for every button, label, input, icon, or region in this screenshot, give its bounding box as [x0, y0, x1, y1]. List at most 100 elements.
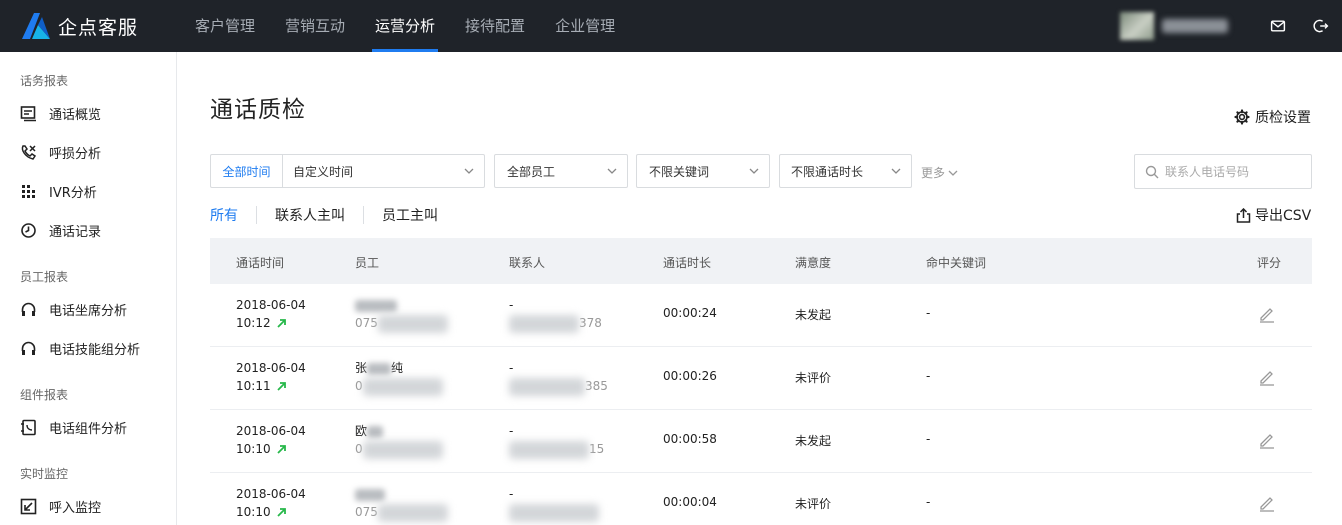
contact-phone-tail: 378 — [579, 316, 602, 330]
outgoing-arrow-icon — [276, 507, 286, 517]
sidebar-item-ivr-analysis[interactable]: IVR分析 — [20, 182, 97, 201]
redacted-contact-phone — [509, 440, 589, 459]
brand[interactable]: 企点客服 — [0, 0, 170, 52]
table-row[interactable]: 2018-06-04 10:11 张 纯 0 - 385 00:00:26 未评价… — [210, 347, 1312, 410]
employee-select[interactable]: 全部员工 — [494, 154, 628, 188]
satisfaction-cell: 未评价 — [795, 497, 832, 511]
sidebar-item-label: 电话技能组分析 — [49, 343, 141, 358]
nav-item-customer-management[interactable]: 客户管理 — [180, 0, 270, 52]
keyword-cell: - — [926, 495, 931, 509]
call-time-cell: 2018-06-04 10:11 — [236, 359, 306, 395]
sidebar-group-realtime-monitor: 实时监控 — [20, 467, 69, 481]
outgoing-arrow-icon — [276, 444, 286, 454]
tab-contact-caller[interactable]: 联系人主叫 — [275, 205, 345, 225]
username-redacted — [1162, 19, 1228, 33]
quality-settings-button[interactable]: 质检设置 — [1234, 107, 1311, 127]
duration-cell: 00:00:26 — [663, 369, 717, 383]
contact-cell: - 385 — [509, 359, 608, 396]
edit-score-icon[interactable] — [1258, 368, 1276, 386]
keyword-cell: - — [926, 432, 931, 446]
sidebar-item-skill-group-analysis[interactable]: 电话技能组分析 — [20, 339, 140, 358]
page-title: 通话质检 — [210, 97, 306, 123]
edit-score-icon[interactable] — [1258, 305, 1276, 323]
employee-name-end: 纯 — [391, 361, 404, 375]
satisfaction-cell: 未发起 — [795, 308, 832, 322]
sidebar-item-call-loss-analysis[interactable]: 呼损分析 — [20, 143, 101, 162]
chevron-down-icon — [749, 168, 759, 174]
sidebar-item-call-records[interactable]: 通话记录 — [20, 221, 101, 240]
table-row[interactable]: 2018-06-04 10:10 欧 0 - 15 00:00:58 未发起 - — [210, 410, 1312, 473]
nav-item-marketing[interactable]: 营销互动 — [270, 0, 360, 52]
export-csv-label: 导出CSV — [1255, 208, 1312, 224]
logout-icon[interactable] — [1311, 16, 1331, 36]
more-filters-label: 更多 — [921, 166, 946, 180]
employee-name-start: 欧 — [355, 424, 368, 438]
sidebar-item-label: 呼入监控 — [49, 501, 102, 516]
sidebar-group-component-reports: 组件报表 — [20, 388, 69, 402]
tab-all[interactable]: 所有 — [210, 205, 238, 225]
ivr-grid-icon — [22, 185, 35, 198]
duration-select-value: 不限通话时长 — [791, 164, 864, 179]
user-profile[interactable] — [1120, 12, 1228, 40]
contact-cell: - — [509, 485, 599, 522]
more-filters-button[interactable]: 更多 — [921, 164, 958, 181]
table-row[interactable]: 2018-06-04 10:12 075 - 378 00:00:24 未发起 … — [210, 284, 1312, 347]
contact-phone-search — [1134, 154, 1312, 189]
sidebar-item-label: IVR分析 — [49, 186, 97, 201]
edit-score-icon[interactable] — [1258, 494, 1276, 512]
incoming-icon — [20, 498, 37, 515]
mail-icon[interactable] — [1268, 16, 1288, 36]
employee-select-value: 全部员工 — [507, 164, 556, 179]
sidebar-item-agent-analysis[interactable]: 电话坐席分析 — [20, 300, 127, 319]
quality-settings-label: 质检设置 — [1255, 110, 1311, 126]
contact-phone-tail: 385 — [585, 379, 608, 393]
table-row[interactable]: 2018-06-04 10:10 075 - 00:00:04 未评价 - — [210, 473, 1312, 525]
tab-staff-caller[interactable]: 员工主叫 — [382, 205, 438, 225]
duration-cell: 00:00:58 — [663, 432, 717, 446]
duration-select[interactable]: 不限通话时长 — [779, 154, 912, 188]
column-header-score: 评分 — [1257, 256, 1282, 270]
sidebar-item-label: 电话组件分析 — [49, 422, 128, 437]
column-header-contact: 联系人 — [509, 256, 546, 270]
sidebar-item-phone-component-analysis[interactable]: 电话组件分析 — [20, 418, 127, 437]
sidebar-item-label: 呼损分析 — [49, 147, 102, 162]
headset-icon — [21, 302, 36, 316]
chevron-down-icon — [464, 168, 474, 174]
call-clock: 10:10 — [236, 442, 271, 456]
tab-divider — [256, 206, 257, 224]
keyword-select[interactable]: 不限关键词 — [636, 154, 770, 188]
employee-cell: 张 纯 0 — [355, 359, 443, 396]
sidebar-item-call-overview[interactable]: 通话概览 — [20, 104, 101, 123]
redacted-employee-phone — [362, 377, 443, 396]
sidebar-item-label: 电话坐席分析 — [49, 304, 128, 319]
employee-cell: 欧 0 — [355, 422, 443, 459]
time-filter: 全部时间 自定义时间 — [210, 154, 485, 188]
time-scope-button[interactable]: 全部时间 — [211, 155, 283, 187]
duration-cell: 00:00:24 — [663, 306, 717, 320]
edit-score-icon[interactable] — [1258, 431, 1276, 449]
time-range-select[interactable]: 自定义时间 — [283, 163, 353, 180]
column-header-employee: 员工 — [355, 256, 380, 270]
nav-item-operations-analysis[interactable]: 运营分析 — [360, 0, 450, 52]
chevron-down-icon — [607, 168, 617, 174]
employee-phone-prefix: 0 — [355, 379, 363, 393]
employee-cell: 075 — [355, 296, 448, 333]
nav-item-enterprise-management[interactable]: 企业管理 — [540, 0, 630, 52]
sidebar-item-incoming-monitor[interactable]: 呼入监控 — [20, 497, 101, 516]
search-input[interactable] — [1165, 164, 1305, 179]
sidebar-item-label: 通话记录 — [49, 225, 102, 240]
outgoing-arrow-icon — [276, 318, 286, 328]
tab-divider — [363, 206, 364, 224]
column-header-keyword-hits: 命中关键词 — [926, 256, 987, 270]
redacted-employee-name — [367, 425, 384, 438]
contact-name: - — [509, 361, 514, 375]
chevron-down-icon — [891, 168, 901, 174]
nav-item-reception-config[interactable]: 接待配置 — [450, 0, 540, 52]
employee-name-start: 张 — [355, 361, 368, 375]
export-csv-button[interactable]: 导出CSV — [1236, 205, 1311, 225]
export-icon — [1236, 207, 1251, 223]
top-navigation-bar: 企点客服 客户管理 营销互动 运营分析 接待配置 企业管理 — [0, 0, 1342, 52]
call-clock: 10:10 — [236, 505, 271, 519]
call-date: 2018-06-04 — [236, 298, 306, 312]
column-header-call-time: 通话时间 — [236, 256, 285, 270]
